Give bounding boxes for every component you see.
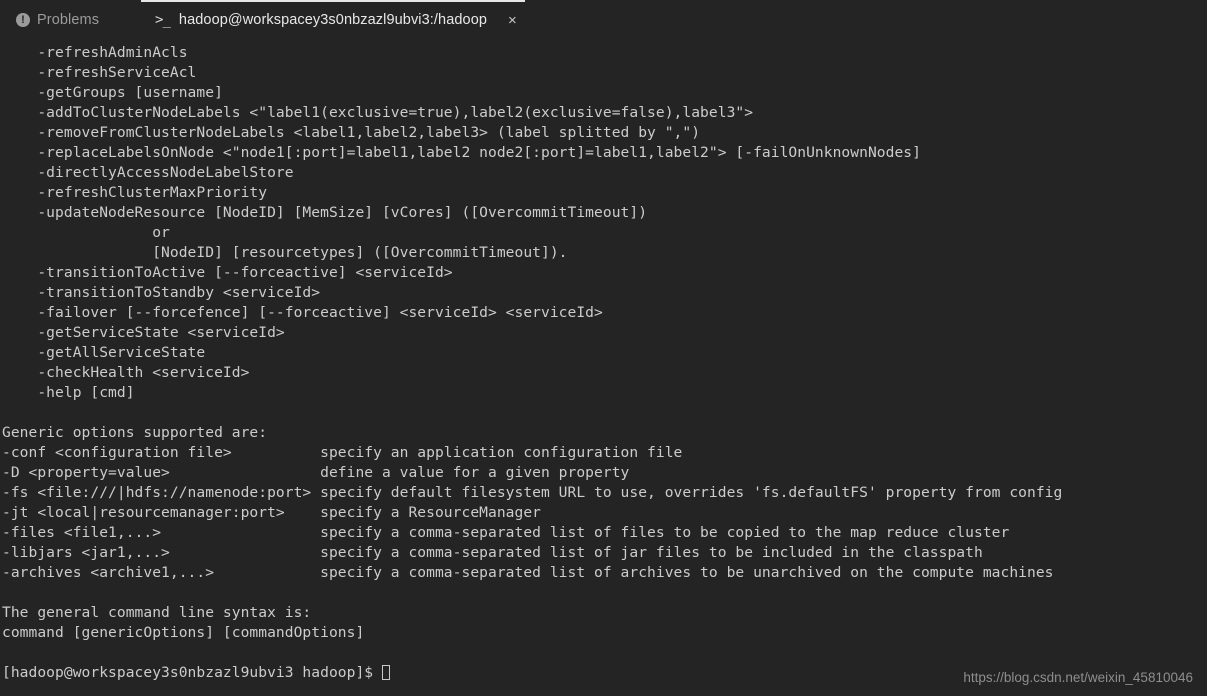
terminal-line: -jt <local|resourcemanager:port> specify… bbox=[2, 504, 542, 521]
terminal-prompt-line: [hadoop@workspacey3s0nbzazl9ubvi3 hadoop… bbox=[2, 663, 1062, 683]
terminal-text: -refreshAdminAcls -refreshServiceAcl -ge… bbox=[0, 43, 1062, 683]
terminal-line: -directlyAccessNodeLabelStore bbox=[2, 164, 294, 181]
terminal-line: -transitionToStandby <serviceId> bbox=[2, 284, 321, 301]
terminal-line: -addToClusterNodeLabels <"label1(exclusi… bbox=[2, 104, 754, 121]
terminal-line: command [genericOptions] [commandOptions… bbox=[2, 624, 365, 641]
tab-problems[interactable]: ! Problems bbox=[2, 0, 115, 38]
tab-terminal[interactable]: >_ hadoop@workspacey3s0nbzazl9ubvi3:/had… bbox=[141, 0, 525, 38]
terminal-line: -refreshAdminAcls bbox=[2, 44, 188, 61]
terminal-line: -getGroups [username] bbox=[2, 84, 223, 101]
terminal-line: or bbox=[2, 224, 170, 241]
terminal-line: -getAllServiceState bbox=[2, 344, 206, 361]
panel-tab-bar: ! Problems >_ hadoop@workspacey3s0nbzazl… bbox=[0, 0, 1207, 38]
terminal-line: -updateNodeResource [NodeID] [MemSize] [… bbox=[2, 204, 648, 221]
terminal-line: -conf <configuration file> specify an ap… bbox=[2, 444, 683, 461]
terminal-line: -failover [--forcefence] [--forceactive]… bbox=[2, 304, 603, 321]
terminal-line: -libjars <jar1,...> specify a comma-sepa… bbox=[2, 544, 983, 561]
shell-prompt: [hadoop@workspacey3s0nbzazl9ubvi3 hadoop… bbox=[2, 664, 382, 681]
terminal-line: -refreshServiceAcl bbox=[2, 64, 197, 81]
text-cursor bbox=[381, 665, 390, 680]
terminal-line: -checkHealth <serviceId> bbox=[2, 364, 250, 381]
terminal-line: -refreshClusterMaxPriority bbox=[2, 184, 268, 201]
close-icon[interactable]: × bbox=[508, 13, 517, 28]
terminal-line: -fs <file:///|hdfs://namenode:port> spec… bbox=[2, 484, 1063, 501]
terminal-line: -archives <archive1,...> specify a comma… bbox=[2, 564, 1054, 581]
terminal-line: -replaceLabelsOnNode <"node1[:port]=labe… bbox=[2, 144, 921, 161]
tab-problems-label: Problems bbox=[37, 12, 100, 28]
terminal-output-area[interactable]: -refreshAdminAcls -refreshServiceAcl -ge… bbox=[0, 38, 1207, 696]
terminal-line: -transitionToActive [--forceactive] <ser… bbox=[2, 264, 453, 281]
terminal-line: -files <file1,...> specify a comma-separ… bbox=[2, 524, 1010, 541]
tab-terminal-label: hadoop@workspacey3s0nbzazl9ubvi3:/hadoop bbox=[178, 12, 488, 28]
terminal-line: Generic options supported are: bbox=[2, 424, 268, 441]
terminal-prompt-icon: >_ bbox=[155, 12, 171, 28]
terminal-line: -getServiceState <serviceId> bbox=[2, 324, 285, 341]
terminal-line: [NodeID] [resourcetypes] ([OvercommitTim… bbox=[2, 244, 568, 261]
terminal-line: -help [cmd] bbox=[2, 384, 135, 401]
error-circle-icon: ! bbox=[16, 13, 30, 27]
terminal-line: The general command line syntax is: bbox=[2, 604, 312, 621]
watermark-text: https://blog.csdn.net/weixin_45810046 bbox=[963, 670, 1193, 685]
terminal-line: -removeFromClusterNodeLabels <label1,lab… bbox=[2, 124, 701, 141]
terminal-line: -D <property=value> define a value for a… bbox=[2, 464, 630, 481]
